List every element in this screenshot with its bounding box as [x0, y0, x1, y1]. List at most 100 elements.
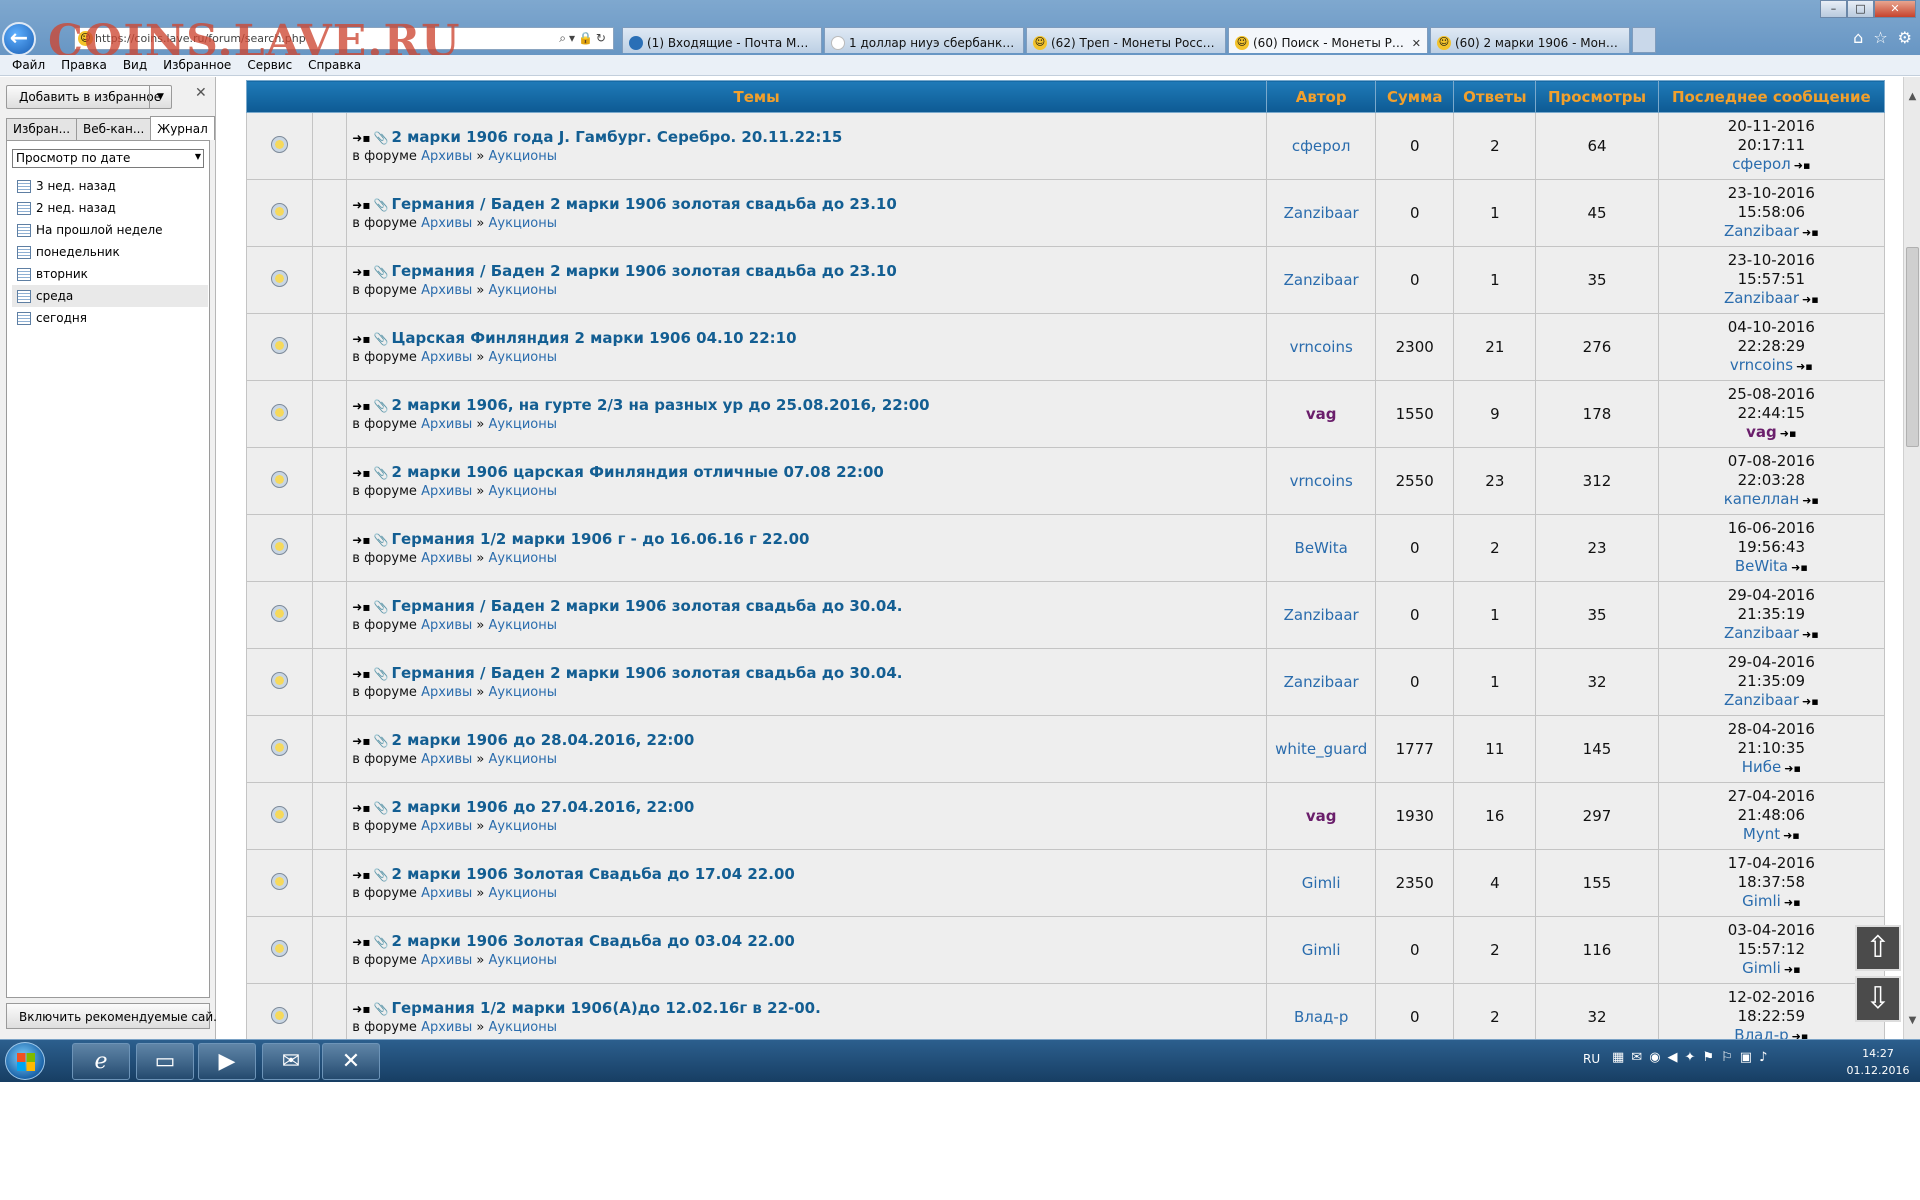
forum-link-auctions[interactable]: Аукционы: [489, 350, 557, 365]
internet-explorer-icon[interactable]: ℯ: [72, 1043, 130, 1080]
topic-link[interactable]: Германия / Баден 2 марки 1906 золотая св…: [391, 597, 902, 615]
author-link[interactable]: Zanzibaar: [1284, 673, 1359, 691]
favorites-star-icon[interactable]: ☆: [1873, 28, 1887, 47]
author-link[interactable]: Влад-р: [1294, 1008, 1348, 1026]
author-link[interactable]: white_guard: [1275, 740, 1367, 758]
goto-last-post-icon[interactable]: ➜▪: [1784, 963, 1801, 976]
menu-file[interactable]: Файл: [4, 55, 53, 75]
forum-link-archives[interactable]: Архивы: [421, 216, 472, 231]
new-post-arrow-icon[interactable]: ➜▪: [352, 332, 370, 346]
goto-last-post-icon[interactable]: ➜▪: [1794, 159, 1811, 172]
author-link[interactable]: Zanzibaar: [1284, 204, 1359, 222]
scroll-up-icon[interactable]: ▲: [1906, 91, 1919, 105]
author-link[interactable]: Gimli: [1302, 874, 1341, 892]
forum-link-auctions[interactable]: Аукционы: [489, 149, 557, 164]
author-link[interactable]: vrncoins: [1290, 472, 1353, 490]
last-post-author[interactable]: vrncoins: [1730, 356, 1793, 374]
forum-link-archives[interactable]: Архивы: [421, 1020, 472, 1035]
last-post-author[interactable]: Zanzibaar: [1724, 289, 1799, 307]
new-post-arrow-icon[interactable]: ➜▪: [352, 667, 370, 681]
author-link[interactable]: vrncoins: [1290, 338, 1353, 356]
arrow-down-icon[interactable]: ⇩: [1855, 976, 1901, 1022]
topic-link[interactable]: Германия / Баден 2 марки 1906 золотая св…: [391, 664, 902, 682]
last-post-author[interactable]: Zanzibaar: [1724, 624, 1799, 642]
maximize-button[interactable]: □: [1847, 0, 1874, 18]
home-icon[interactable]: ⌂: [1853, 28, 1863, 47]
forum-link-auctions[interactable]: Аукционы: [489, 417, 557, 432]
history-item[interactable]: 2 нед. назад: [12, 197, 208, 219]
forum-link-auctions[interactable]: Аукционы: [489, 886, 557, 901]
page-scrollbar[interactable]: ▲ ▼: [1903, 77, 1920, 1039]
topic-link[interactable]: 2 марки 1906 до 28.04.2016, 22:00: [391, 731, 694, 749]
history-item[interactable]: понедельник: [12, 241, 208, 263]
menu-tools[interactable]: Сервис: [239, 55, 300, 75]
menu-favorites[interactable]: Избранное: [155, 55, 239, 75]
goto-last-post-icon[interactable]: ➜▪: [1791, 561, 1808, 574]
sidebar-tab-favorites[interactable]: Избран...: [6, 118, 78, 140]
topic-link[interactable]: Германия / Баден 2 марки 1906 золотая св…: [391, 262, 896, 280]
topic-link[interactable]: 2 марки 1906 года J. Гамбург. Серебро. 2…: [391, 128, 842, 146]
forum-link-archives[interactable]: Архивы: [421, 283, 472, 298]
topic-link[interactable]: Германия 1/2 марки 1906 г - до 16.06.16 …: [391, 530, 809, 548]
close-tab-icon[interactable]: ✕: [1412, 37, 1421, 50]
language-indicator[interactable]: RU: [1583, 1052, 1600, 1066]
address-tools-icon[interactable]: ⌕▾🔒↻: [559, 31, 609, 46]
last-post-author[interactable]: Влад-р: [1734, 1026, 1788, 1039]
topic-link[interactable]: 2 марки 1906, на гурте 2/3 на разных ур …: [391, 396, 929, 414]
goto-last-post-icon[interactable]: ➜▪: [1784, 762, 1801, 775]
new-post-arrow-icon[interactable]: ➜▪: [352, 198, 370, 212]
author-link[interactable]: vag: [1306, 807, 1337, 825]
tab-trep[interactable]: ☺(62) Треп - Монеты России и ...: [1026, 27, 1226, 53]
new-post-arrow-icon[interactable]: ➜▪: [352, 734, 370, 748]
close-sidebar-icon[interactable]: ✕: [195, 85, 207, 101]
topic-link[interactable]: 2 марки 1906 Золотая Свадьба до 17.04 22…: [391, 865, 794, 883]
goto-last-post-icon[interactable]: ➜▪: [1802, 226, 1819, 239]
history-item[interactable]: На прошлой неделе: [12, 219, 208, 241]
forum-link-archives[interactable]: Архивы: [421, 685, 472, 700]
tray-ie-icon[interactable]: ✦: [1685, 1050, 1696, 1065]
last-post-author[interactable]: Gimli: [1742, 959, 1781, 977]
new-post-arrow-icon[interactable]: ➜▪: [352, 868, 370, 882]
tab-marks[interactable]: ☺(60) 2 марки 1906 - Монеты Р...: [1430, 27, 1630, 53]
topic-link[interactable]: 2 марки 1906 до 27.04.2016, 22:00: [391, 798, 694, 816]
history-item[interactable]: 3 нед. назад: [12, 175, 208, 197]
gear-icon[interactable]: ⚙: [1898, 28, 1912, 47]
history-item[interactable]: сегодня: [12, 307, 208, 329]
forum-link-archives[interactable]: Архивы: [421, 350, 472, 365]
tab-search[interactable]: ☺ (60) Поиск - Монеты Росс... ✕: [1228, 27, 1428, 53]
author-link[interactable]: сферол: [1292, 137, 1351, 155]
topic-link[interactable]: Царская Финляндия 2 марки 1906 04.10 22:…: [391, 329, 796, 347]
scroll-down-icon[interactable]: ▼: [1906, 1015, 1919, 1029]
media-player-icon[interactable]: ▶: [198, 1043, 256, 1080]
last-post-author[interactable]: BeWita: [1735, 557, 1788, 575]
tray-flag-icon[interactable]: ⚐: [1721, 1050, 1733, 1065]
sidebar-tab-feeds[interactable]: Веб-кан...: [76, 118, 152, 140]
forum-link-archives[interactable]: Архивы: [421, 886, 472, 901]
chevron-down-icon[interactable]: ▼: [149, 86, 171, 108]
folder-icon[interactable]: ▭: [136, 1043, 194, 1080]
goto-last-post-icon[interactable]: ➜▪: [1796, 360, 1813, 373]
new-tab-button[interactable]: [1632, 27, 1656, 53]
new-post-arrow-icon[interactable]: ➜▪: [352, 935, 370, 949]
system-clock[interactable]: 14:27 01.12.2016: [1838, 1045, 1918, 1079]
last-post-author[interactable]: Zanzibaar: [1724, 691, 1799, 709]
forum-link-auctions[interactable]: Аукционы: [489, 551, 557, 566]
new-post-arrow-icon[interactable]: ➜▪: [352, 1002, 370, 1016]
forum-link-auctions[interactable]: Аукционы: [489, 484, 557, 499]
history-item[interactable]: среда: [12, 285, 208, 307]
new-post-arrow-icon[interactable]: ➜▪: [352, 600, 370, 614]
tray-mail-icon[interactable]: ✉: [1631, 1050, 1642, 1065]
new-post-arrow-icon[interactable]: ➜▪: [352, 265, 370, 279]
author-link[interactable]: Gimli: [1302, 941, 1341, 959]
tab-google[interactable]: 1 доллар ниуэ сбербанк - По...: [824, 27, 1024, 53]
forum-link-auctions[interactable]: Аукционы: [489, 953, 557, 968]
tray-volume-icon[interactable]: ♪: [1759, 1050, 1767, 1065]
last-post-author[interactable]: капеллан: [1724, 490, 1799, 508]
scroll-thumb[interactable]: [1906, 247, 1919, 447]
forum-link-archives[interactable]: Архивы: [421, 484, 472, 499]
menu-edit[interactable]: Правка: [53, 55, 115, 75]
goto-last-post-icon[interactable]: ➜▪: [1802, 695, 1819, 708]
topic-link[interactable]: Германия 1/2 марки 1906(А)до 12.02.16г в…: [391, 999, 820, 1017]
forum-link-archives[interactable]: Архивы: [421, 752, 472, 767]
goto-last-post-icon[interactable]: ➜▪: [1792, 1030, 1809, 1039]
